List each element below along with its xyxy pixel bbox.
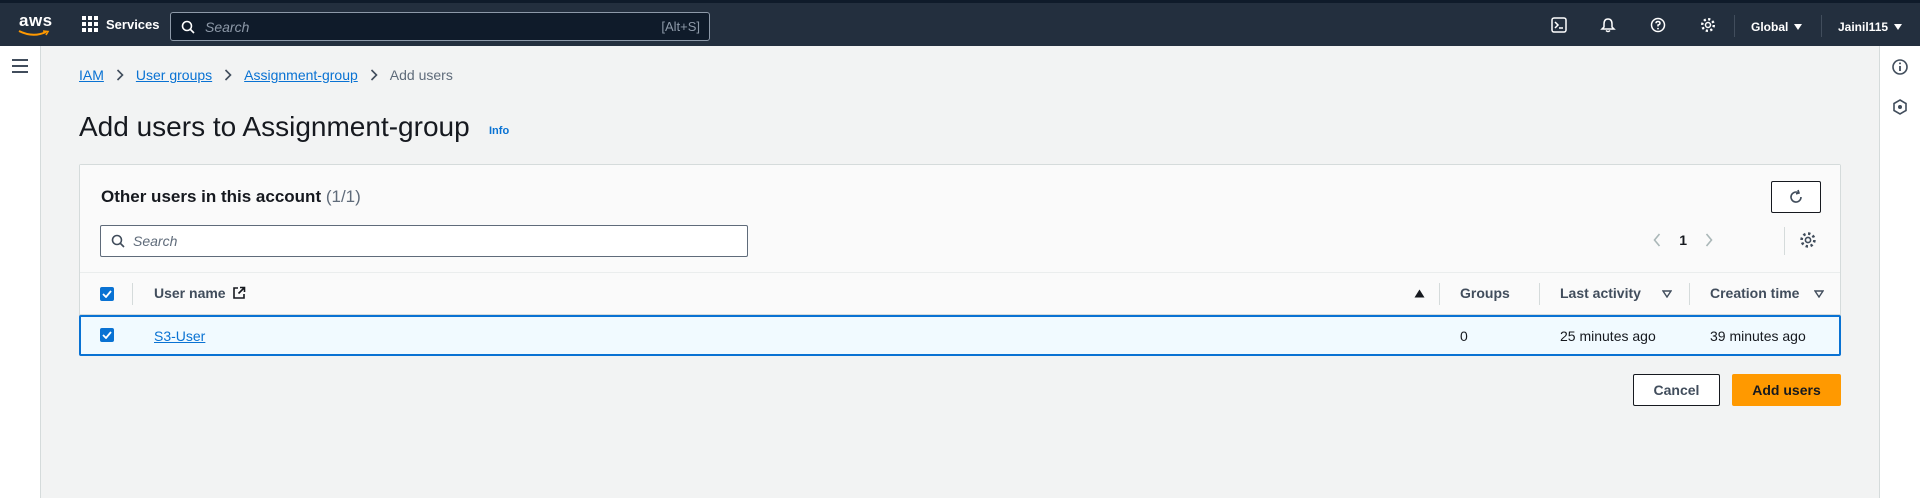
chevron-right-icon <box>370 69 378 81</box>
groups-cell: 0 <box>1460 328 1468 344</box>
users-search-input[interactable]: Search <box>100 225 748 257</box>
side-navigation-rail <box>0 46 41 498</box>
table-row[interactable]: S3-User 0 25 minutes ago 39 minutes ago <box>79 315 1841 356</box>
add-users-button[interactable]: Add users <box>1732 374 1841 406</box>
chevron-down-icon <box>1794 24 1803 30</box>
cancel-button[interactable]: Cancel <box>1633 374 1720 406</box>
chevron-right-icon <box>225 69 232 81</box>
column-label: Creation time <box>1710 285 1800 301</box>
column-header-user-name[interactable]: User name <box>154 285 246 301</box>
services-grid-icon <box>82 16 98 32</box>
panel-title: Other users in this account (1/1) <box>101 187 361 207</box>
sort-ascending-icon[interactable] <box>1414 289 1425 298</box>
user-name-link[interactable]: S3-User <box>154 328 205 344</box>
table-header: User name Groups Last activity Creation … <box>80 273 1840 315</box>
search-placeholder: Search <box>133 233 178 249</box>
search-icon <box>111 234 125 248</box>
page-title: Add users to Assignment-group <box>79 111 470 142</box>
global-search-input[interactable]: Search [Alt+S] <box>170 12 710 41</box>
settings-gear-icon[interactable] <box>1700 17 1716 33</box>
column-divider <box>1689 283 1690 305</box>
sort-icon[interactable] <box>1814 290 1824 298</box>
aws-smile-icon <box>18 30 50 36</box>
top-navigation: aws Services Search [Alt+S] Global Jaini… <box>0 0 1920 46</box>
checkmark-icon <box>102 331 112 339</box>
column-label: User name <box>154 285 226 301</box>
cloudshell-icon[interactable] <box>1551 17 1567 33</box>
aws-logo[interactable]: aws <box>17 9 53 39</box>
row-checkbox[interactable] <box>100 328 114 342</box>
search-icon <box>181 20 195 34</box>
chevron-down-icon <box>1894 24 1903 30</box>
tools-rail <box>1879 46 1920 498</box>
column-header-creation-time[interactable]: Creation time <box>1710 285 1799 301</box>
chevron-right-icon[interactable] <box>1705 233 1713 247</box>
last-activity-cell: 25 minutes ago <box>1560 328 1656 344</box>
help-icon[interactable] <box>1650 17 1666 33</box>
column-divider <box>132 283 133 305</box>
breadcrumb: IAM User groups Assignment-group Add use… <box>79 67 453 83</box>
services-label: Services <box>106 16 160 32</box>
aws-logo-text: aws <box>19 11 53 30</box>
menu-hamburger-icon[interactable] <box>12 59 28 77</box>
page-number[interactable]: 1 <box>1679 232 1687 248</box>
account-label: Jainil115 <box>1838 20 1889 34</box>
creation-time-cell: 39 minutes ago <box>1710 328 1806 344</box>
preferences-gear-icon[interactable] <box>1799 231 1817 249</box>
external-link-icon <box>232 286 245 299</box>
pagination: 1 <box>1653 232 1713 248</box>
breadcrumb-link-assignment-group[interactable]: Assignment-group <box>244 67 358 83</box>
info-panel-icon[interactable] <box>1891 58 1909 76</box>
column-label: Groups <box>1460 285 1510 301</box>
account-menu[interactable]: Jainil115 <box>1838 20 1903 34</box>
services-menu-button[interactable]: Services <box>82 16 160 32</box>
column-header-groups[interactable]: Groups <box>1460 285 1510 301</box>
region-selector[interactable]: Global <box>1751 20 1803 34</box>
security-hexagon-icon[interactable] <box>1891 98 1909 116</box>
column-header-last-activity[interactable]: Last activity <box>1560 285 1641 301</box>
pager-divider <box>1784 227 1785 255</box>
search-shortcut-hint: [Alt+S] <box>661 19 700 34</box>
panel-title-text: Other users in this account <box>101 187 322 206</box>
sort-icon[interactable] <box>1662 290 1672 298</box>
chevron-right-icon <box>116 69 124 81</box>
users-table-panel: Other users in this account (1/1) Search… <box>79 164 1841 356</box>
breadcrumb-link-iam[interactable]: IAM <box>79 67 104 83</box>
region-label: Global <box>1751 20 1789 34</box>
select-all-checkbox[interactable] <box>100 287 114 301</box>
notifications-bell-icon[interactable] <box>1600 17 1616 33</box>
breadcrumb-current: Add users <box>389 67 453 83</box>
column-label: Last activity <box>1560 285 1641 301</box>
panel-count: (1/1) <box>325 187 361 206</box>
refresh-icon <box>1790 189 1802 203</box>
checkmark-icon <box>102 290 112 298</box>
info-link[interactable]: Info <box>489 125 509 137</box>
column-divider <box>1539 283 1540 305</box>
refresh-button[interactable] <box>1771 181 1821 213</box>
nav-divider <box>1821 15 1822 37</box>
search-placeholder: Search <box>205 18 250 35</box>
column-divider <box>1439 283 1440 305</box>
chevron-left-icon[interactable] <box>1653 233 1661 247</box>
nav-divider <box>1734 15 1735 37</box>
panel-header: Other users in this account (1/1) Search… <box>80 165 1840 273</box>
breadcrumb-link-user-groups[interactable]: User groups <box>136 67 212 83</box>
